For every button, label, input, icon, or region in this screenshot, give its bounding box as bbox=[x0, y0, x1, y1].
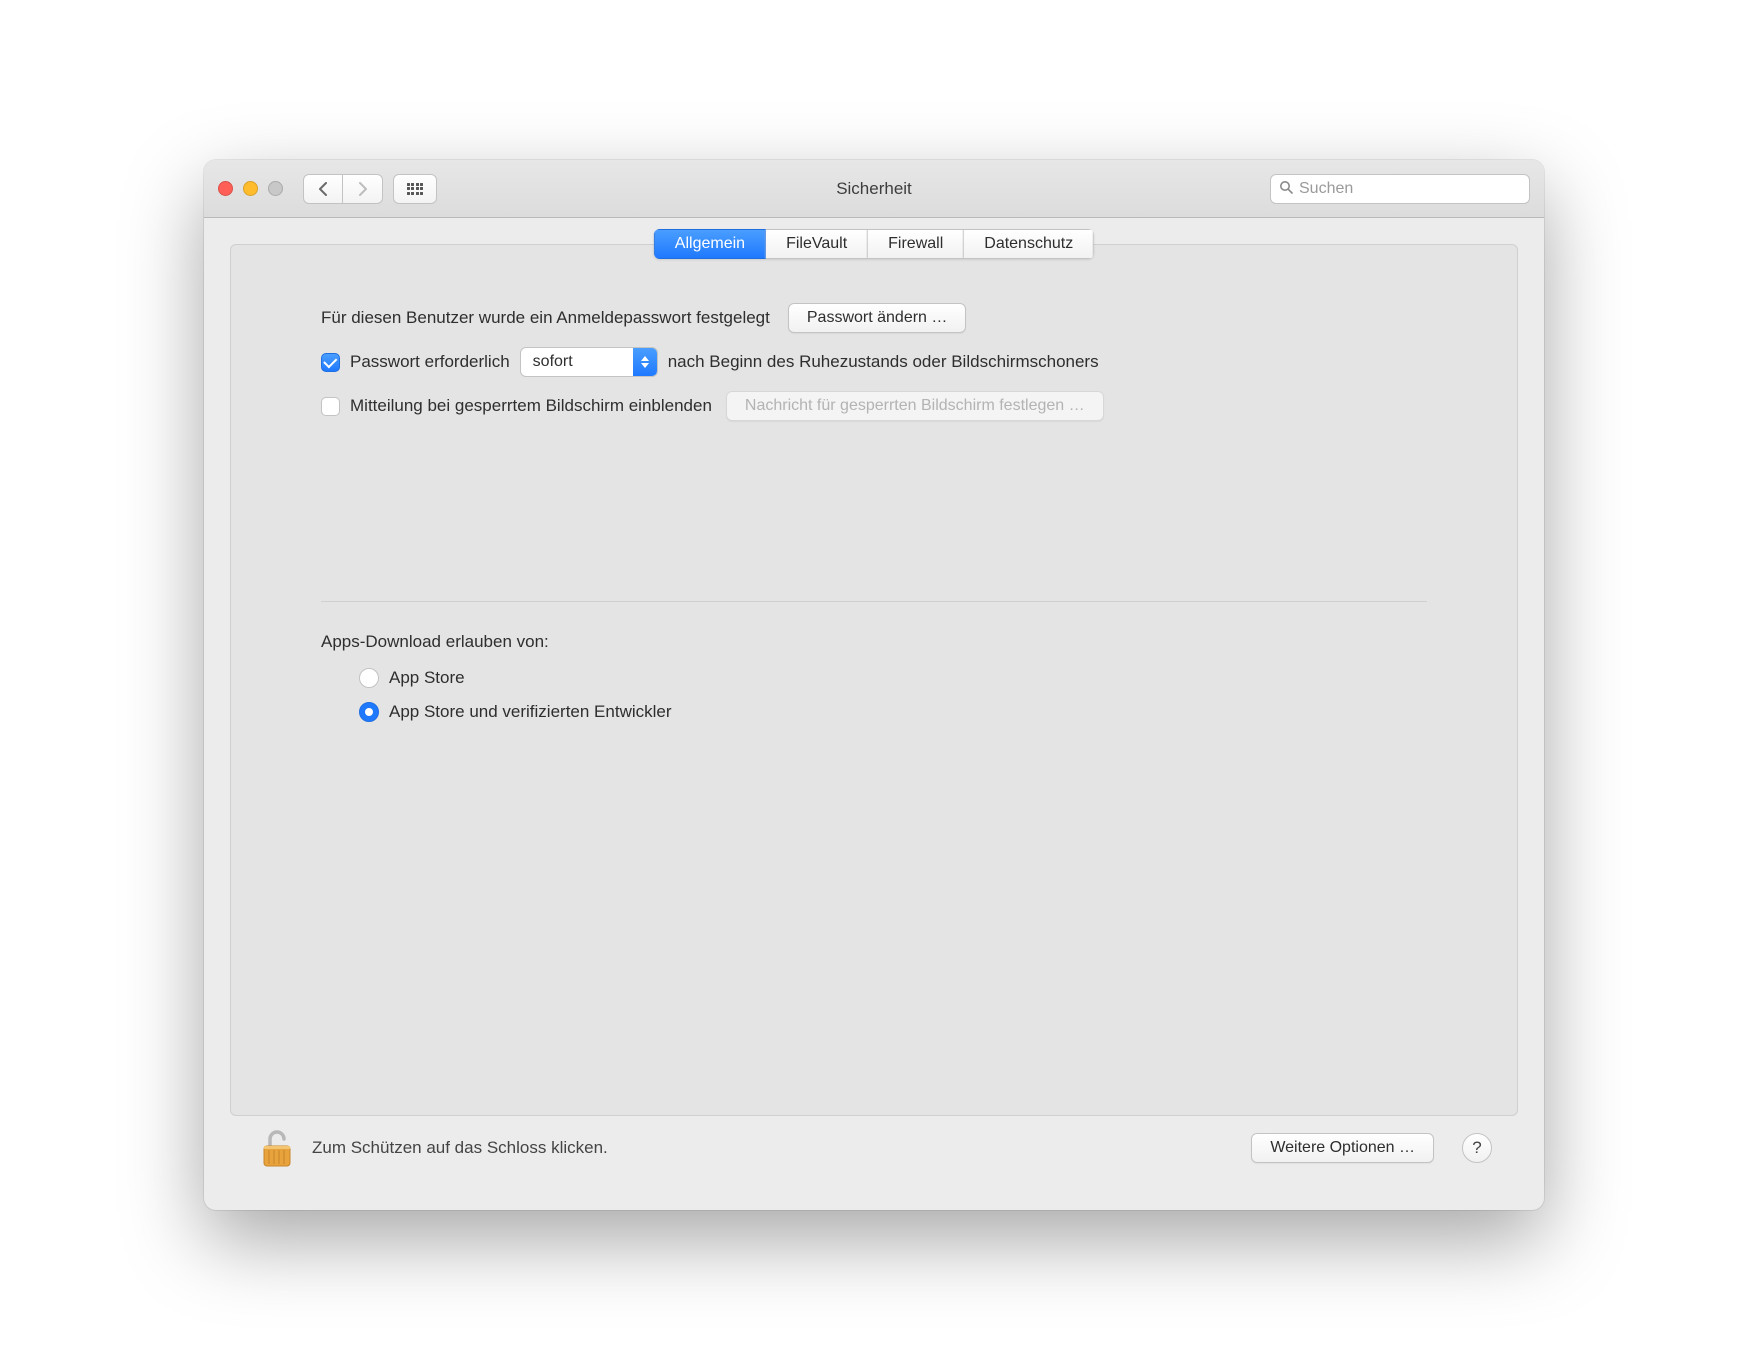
radio-identified-developers-label: App Store und verifizierten Entwickler bbox=[389, 702, 672, 722]
minimize-window-button[interactable] bbox=[243, 181, 258, 196]
after-sleep-label: nach Beginn des Ruhezustands oder Bildsc… bbox=[668, 352, 1099, 372]
lock-button[interactable] bbox=[256, 1126, 298, 1170]
apps-download-heading: Apps-Download erlauben von: bbox=[321, 632, 1427, 652]
password-set-row: Für diesen Benutzer wurde ein Anmeldepas… bbox=[321, 303, 1427, 333]
footer-bar: Zum Schützen auf das Schloss klicken. We… bbox=[230, 1116, 1518, 1192]
show-all-preferences-button[interactable] bbox=[393, 174, 437, 204]
delay-select-value: sofort bbox=[533, 353, 633, 371]
require-password-label: Passwort erforderlich bbox=[350, 352, 510, 372]
radio-row-app-store: App Store bbox=[359, 668, 1427, 688]
general-tab-content: Für diesen Benutzer wurde ein Anmeldepas… bbox=[231, 245, 1517, 756]
radio-app-store[interactable] bbox=[359, 668, 379, 688]
updown-arrows-icon bbox=[633, 348, 657, 376]
set-lock-message-button[interactable]: Nachricht für gesperrten Bildschirm fest… bbox=[726, 391, 1104, 421]
gatekeeper-radio-group: App Store App Store und verifizierten En… bbox=[321, 668, 1427, 722]
lock-hint-text: Zum Schützen auf das Schloss klicken. bbox=[312, 1138, 608, 1158]
back-button[interactable] bbox=[303, 174, 343, 204]
content-area: Allgemein FileVault Firewall Datenschutz… bbox=[204, 218, 1544, 1210]
zoom-window-button[interactable] bbox=[268, 181, 283, 196]
show-lock-message-checkbox[interactable] bbox=[321, 397, 340, 416]
nav-buttons bbox=[303, 174, 383, 204]
tab-bar: Allgemein FileVault Firewall Datenschutz bbox=[654, 229, 1094, 259]
radio-identified-developers[interactable] bbox=[359, 702, 379, 722]
search-icon bbox=[1279, 180, 1293, 198]
system-preferences-security-window: Sicherheit Allgemein FileVault Firewall … bbox=[204, 160, 1544, 1210]
search-field-wrap[interactable] bbox=[1270, 174, 1530, 204]
chevron-right-icon bbox=[357, 182, 368, 196]
tab-general[interactable]: Allgemein bbox=[654, 229, 766, 259]
unlocked-padlock-icon bbox=[260, 1128, 294, 1168]
require-password-delay-select[interactable]: sofort bbox=[520, 347, 658, 377]
chevron-left-icon bbox=[318, 182, 329, 196]
preferences-panel: Allgemein FileVault Firewall Datenschutz… bbox=[230, 244, 1518, 1116]
titlebar: Sicherheit bbox=[204, 160, 1544, 218]
close-window-button[interactable] bbox=[218, 181, 233, 196]
search-input[interactable] bbox=[1299, 180, 1521, 198]
section-divider bbox=[321, 601, 1427, 602]
tab-filevault[interactable]: FileVault bbox=[766, 229, 868, 259]
more-options-button[interactable]: Weitere Optionen … bbox=[1251, 1133, 1434, 1163]
grid-icon bbox=[407, 183, 423, 195]
change-password-button[interactable]: Passwort ändern … bbox=[788, 303, 967, 333]
radio-row-identified-developers: App Store und verifizierten Entwickler bbox=[359, 702, 1427, 722]
require-password-row: Passwort erforderlich sofort nach Beginn… bbox=[321, 347, 1427, 377]
lock-message-row: Mitteilung bei gesperrtem Bildschirm ein… bbox=[321, 391, 1427, 421]
help-button[interactable]: ? bbox=[1462, 1133, 1492, 1163]
show-lock-message-label: Mitteilung bei gesperrtem Bildschirm ein… bbox=[350, 396, 712, 416]
radio-app-store-label: App Store bbox=[389, 668, 465, 688]
forward-button[interactable] bbox=[343, 174, 383, 204]
require-password-checkbox[interactable] bbox=[321, 353, 340, 372]
password-set-label: Für diesen Benutzer wurde ein Anmeldepas… bbox=[321, 308, 770, 328]
tab-firewall[interactable]: Firewall bbox=[868, 229, 964, 259]
window-controls bbox=[218, 181, 283, 196]
tab-privacy[interactable]: Datenschutz bbox=[964, 229, 1094, 259]
